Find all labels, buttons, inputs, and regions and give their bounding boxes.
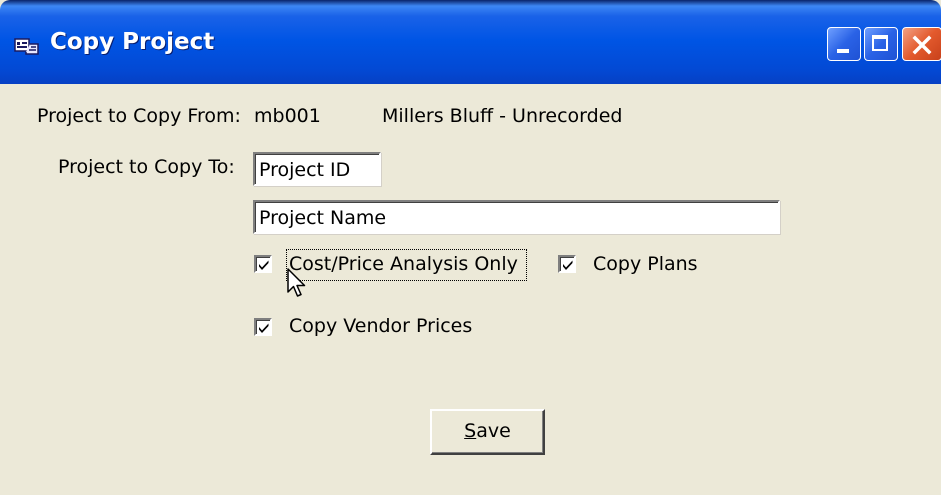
cost-price-analysis-checkbox[interactable] <box>254 255 272 273</box>
project-name-input[interactable]: Project Name <box>253 200 780 234</box>
copy-from-project-name: Millers Bluff - Unrecorded <box>382 105 623 127</box>
project-id-input[interactable]: Project ID <box>253 152 381 186</box>
checkmark-icon <box>259 323 269 333</box>
checkmark-icon <box>259 260 269 270</box>
copy-vendor-prices-checkbox[interactable] <box>254 318 272 336</box>
close-button[interactable] <box>902 27 941 61</box>
copy-plans-label[interactable]: Copy Plans <box>593 253 698 275</box>
copy-to-label: Project to Copy To: <box>58 156 235 178</box>
close-icon <box>912 35 932 55</box>
save-mnemonic: S <box>464 420 477 442</box>
maximize-button[interactable] <box>864 27 898 61</box>
title-bar[interactable]: Copy Project <box>0 0 941 84</box>
save-label-rest: ave <box>476 420 511 442</box>
minimize-button[interactable] <box>827 27 861 61</box>
mouse-pointer-icon <box>287 268 306 297</box>
copy-vendor-prices-label[interactable]: Copy Vendor Prices <box>289 315 472 337</box>
copy-from-project-id: mb001 <box>254 105 321 127</box>
checkmark-icon <box>563 260 573 270</box>
window-title: Copy Project <box>50 29 215 55</box>
minimize-icon <box>837 49 849 53</box>
copy-project-app-icon[interactable] <box>14 36 40 58</box>
copy-plans-checkbox[interactable] <box>558 255 576 273</box>
copy-from-label: Project to Copy From: <box>37 105 241 127</box>
maximize-icon <box>872 35 888 51</box>
save-button[interactable]: Save <box>430 409 545 455</box>
cost-price-analysis-label[interactable]: Cost/Price Analysis Only <box>289 253 518 275</box>
copy-project-window: Copy Project Project to Copy From: mb001… <box>0 0 941 495</box>
